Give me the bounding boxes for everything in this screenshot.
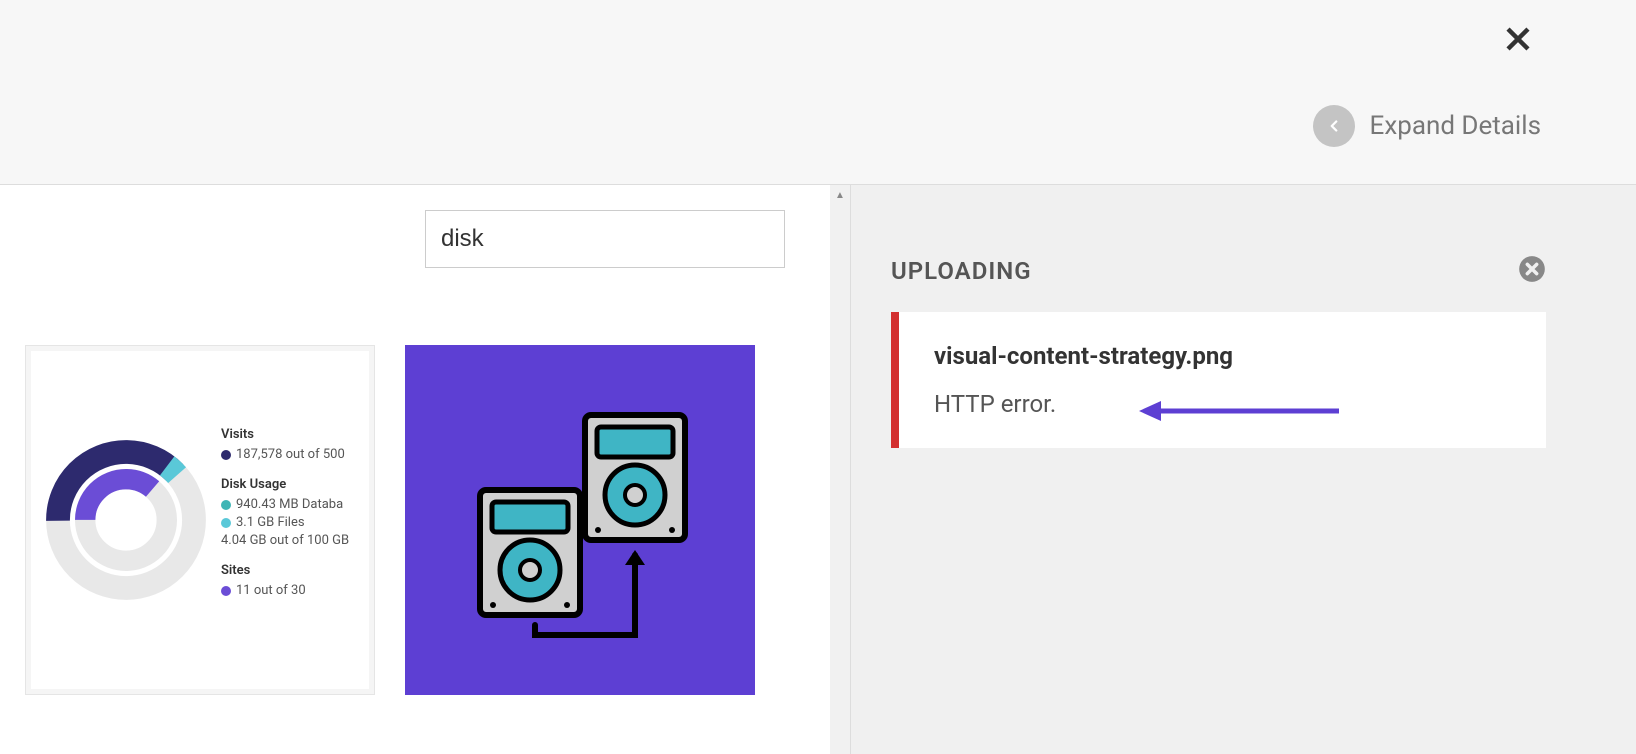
dashboard-thumbnail: Visits 187,578 out of 500 Disk Usage 940…: [31, 351, 369, 689]
upload-panel: UPLOADING visual-content-strategy.png HT…: [850, 185, 1636, 754]
upload-error-card: visual-content-strategy.png HTTP error.: [891, 312, 1546, 448]
dismiss-icon: [1518, 255, 1546, 283]
dashboard-stats: Visits 187,578 out of 500 Disk Usage 940…: [211, 427, 359, 613]
visits-stat: 187,578 out of 500: [236, 447, 345, 462]
disk-usage-total: 4.04 GB out of 100 GB: [221, 533, 359, 548]
sites-label: Sites: [221, 563, 359, 578]
uploading-title: UPLOADING: [891, 257, 1032, 285]
disk-usage-database: 940.43 MB Databa: [236, 497, 343, 512]
media-grid: Visits 187,578 out of 500 Disk Usage 940…: [20, 345, 810, 695]
visits-label: Visits: [221, 427, 359, 442]
main-content: Visits 187,578 out of 500 Disk Usage 940…: [0, 185, 1636, 754]
donut-chart-icon: [41, 435, 211, 605]
disk-usage-files: 3.1 GB Files: [236, 515, 305, 530]
modal-header: Expand Details: [0, 0, 1636, 185]
upload-header: UPLOADING: [891, 255, 1546, 287]
disk-drives-icon: [455, 395, 705, 645]
media-library-panel: Visits 187,578 out of 500 Disk Usage 940…: [0, 185, 830, 754]
scrollbar[interactable]: ▲: [830, 185, 850, 754]
annotation-arrow-icon: [1139, 396, 1339, 426]
sites-stat: 11 out of 30: [236, 583, 306, 598]
close-icon: [1500, 21, 1536, 57]
dismiss-upload-button[interactable]: [1518, 255, 1546, 287]
expand-details-label: Expand Details: [1370, 111, 1541, 141]
close-button[interactable]: [1500, 20, 1536, 67]
disk-usage-label: Disk Usage: [221, 477, 359, 492]
upload-filename: visual-content-strategy.png: [934, 342, 1511, 370]
media-item-dashboard[interactable]: Visits 187,578 out of 500 Disk Usage 940…: [25, 345, 375, 695]
expand-details-button[interactable]: Expand Details: [1313, 105, 1541, 147]
media-item-disk-icon[interactable]: [405, 345, 755, 695]
scrollbar-up-icon: ▲: [830, 185, 850, 205]
chevron-left-icon: [1313, 105, 1355, 147]
search-input[interactable]: [425, 210, 785, 268]
